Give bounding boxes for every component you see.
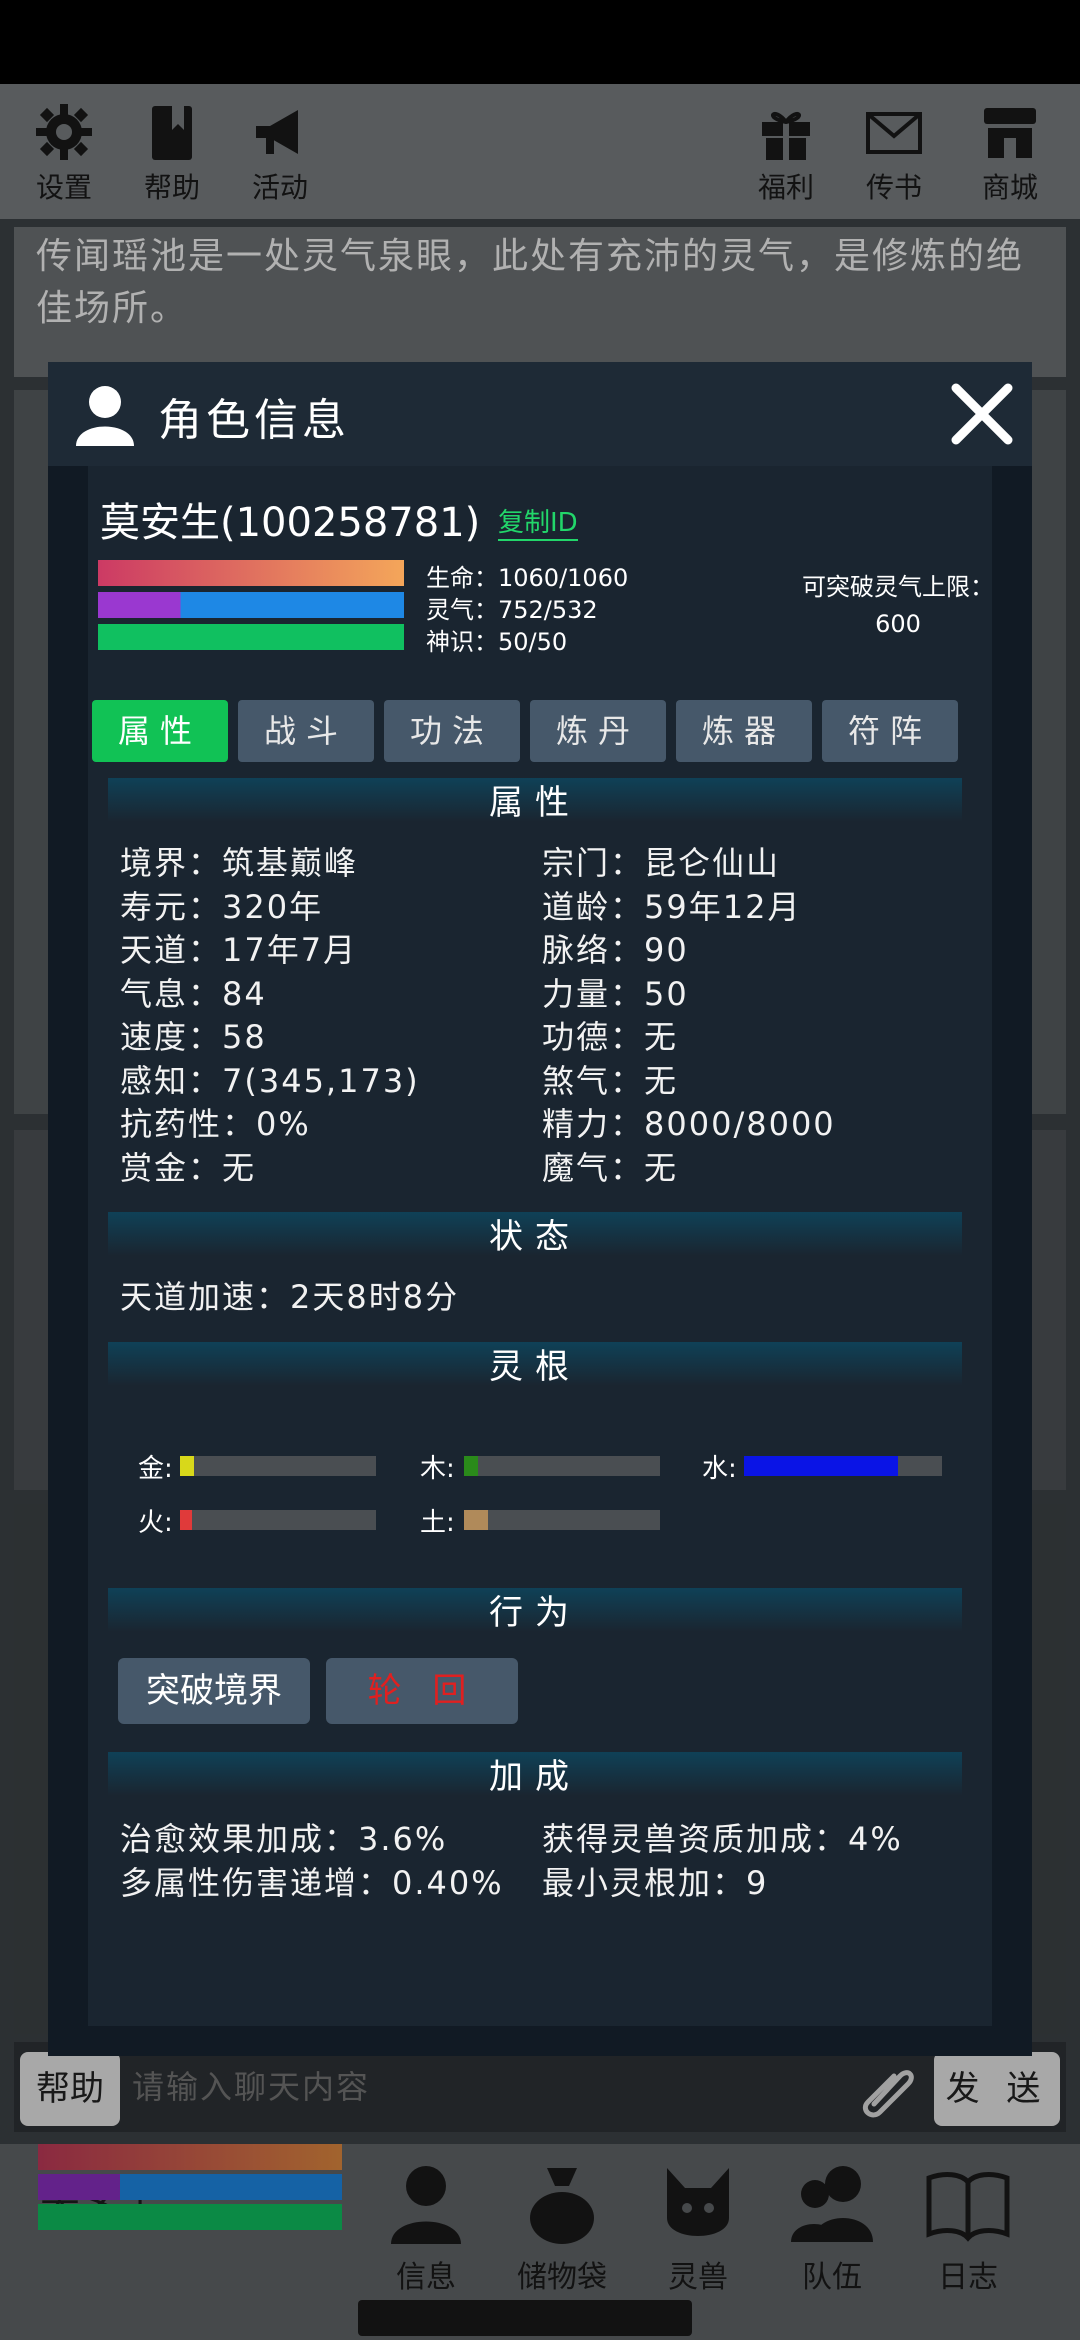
tab-forging[interactable]: 炼器	[676, 700, 812, 762]
life-bar	[98, 560, 404, 586]
reincarnate-button[interactable]: 轮 回	[326, 1658, 518, 1724]
tab-formation[interactable]: 符阵	[822, 700, 958, 762]
attribute-left-2: 天道：17年7月	[120, 931, 358, 969]
status-text: 天道加速：2天8时8分	[120, 1278, 460, 1316]
life-text: 生命：1060/1060	[426, 564, 629, 592]
root-track-1	[464, 1456, 660, 1476]
section-attributes-header: 属性	[108, 778, 962, 823]
root-track-4	[464, 1510, 660, 1530]
attribute-left-4: 速度：58	[120, 1018, 267, 1056]
bonus-multi-attr: 多属性伤害递增：0.40%	[120, 1864, 504, 1902]
close-icon[interactable]	[948, 380, 1016, 448]
attribute-right-5: 煞气：无	[542, 1061, 679, 1100]
section-status-header: 状态	[108, 1212, 962, 1257]
tab-alchemy[interactable]: 炼丹	[530, 700, 666, 762]
root-track-0	[180, 1456, 376, 1476]
bonus-min-root: 最小灵根加：9	[542, 1864, 769, 1902]
root-track-2	[744, 1456, 942, 1476]
section-bonus-header: 加成	[108, 1752, 962, 1797]
root-label-0: 金:	[138, 1454, 173, 1484]
character-name: 莫安生(100258781)	[100, 500, 481, 546]
qi-limit-label: 可突破灵气上限：	[802, 573, 994, 601]
attribute-left-6: 抗药性：0%	[120, 1105, 311, 1143]
attribute-right-0: 宗门：昆仑仙山	[542, 844, 781, 882]
attribute-right-3: 力量：50	[542, 974, 689, 1013]
tab-combat[interactable]: 战斗	[238, 700, 374, 762]
dialog-title: 角色信息	[158, 395, 350, 446]
root-track-3	[180, 1510, 376, 1530]
attribute-right-1: 道龄：59年12月	[542, 887, 802, 926]
breakthrough-button[interactable]: 突破境界	[118, 1658, 310, 1724]
bonus-pet-quality: 获得灵兽资质加成：4%	[542, 1820, 903, 1858]
root-fill-2	[744, 1456, 898, 1476]
spirit-bar	[98, 624, 404, 650]
section-root-header: 灵根	[108, 1342, 962, 1387]
dialog-header: 角色信息	[48, 362, 1032, 466]
attribute-right-7: 魔气：无	[542, 1148, 679, 1187]
root-fill-0	[180, 1456, 194, 1476]
spirit-text: 神识：50/50	[426, 628, 568, 656]
tab-attributes[interactable]: 属性	[92, 700, 228, 762]
qi-text: 灵气：752/532	[426, 596, 598, 624]
attribute-left-0: 境界：筑基巅峰	[120, 844, 359, 882]
root-fill-3	[180, 1510, 192, 1530]
attribute-left-1: 寿元：320年	[120, 887, 324, 926]
section-action-header: 行为	[108, 1588, 962, 1633]
root-fill-1	[464, 1456, 478, 1476]
attribute-left-7: 赏金：无	[120, 1148, 257, 1187]
tab-skills[interactable]: 功法	[384, 700, 520, 762]
attribute-left-3: 气息：84	[120, 974, 267, 1013]
root-label-4: 土:	[420, 1508, 455, 1538]
bonus-heal: 治愈效果加成：3.6%	[120, 1820, 448, 1858]
attribute-right-4: 功德：无	[542, 1018, 679, 1056]
qi-bar	[98, 592, 404, 618]
attribute-right-6: 精力：8000/8000	[542, 1105, 836, 1143]
attribute-right-2: 脉络：90	[542, 931, 689, 969]
root-label-3: 火:	[138, 1508, 173, 1538]
copy-id-link[interactable]: 复制ID	[498, 502, 578, 541]
root-label-2: 水:	[702, 1454, 737, 1484]
root-label-1: 木:	[420, 1454, 455, 1484]
qi-limit-value: 600	[875, 610, 921, 638]
user-icon	[76, 386, 134, 446]
root-fill-4	[464, 1510, 488, 1530]
attribute-left-5: 感知：7(345,173)	[120, 1061, 420, 1100]
